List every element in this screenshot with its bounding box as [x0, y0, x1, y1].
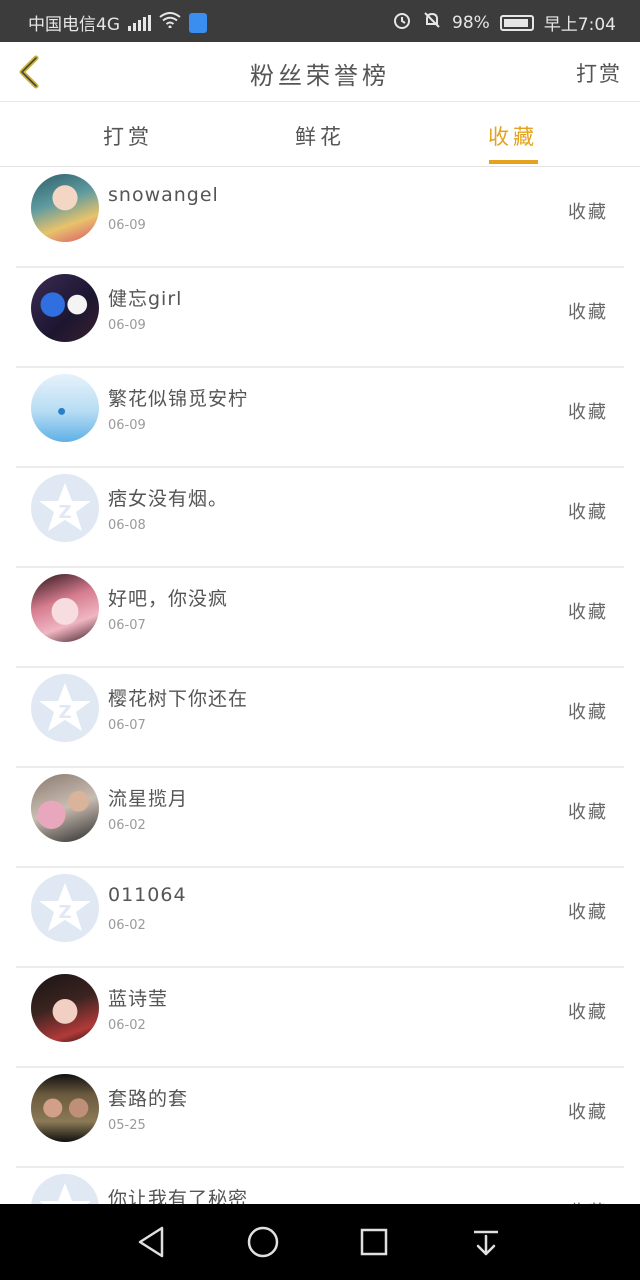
reward-button[interactable]: 打赏 [576, 58, 622, 88]
default-qq-avatar: Z [31, 674, 99, 742]
list-item[interactable]: 流星揽月 06-02 收藏 [0, 768, 640, 868]
list-item[interactable]: 套路的套 05-25 收藏 [0, 1068, 640, 1168]
favorite-label: 收藏 [568, 502, 608, 523]
circle-home-icon [247, 1226, 279, 1258]
date-label: 06-08 [108, 518, 146, 533]
default-qq-avatar: Z [31, 1174, 99, 1204]
nav-notification-button[interactable] [468, 1224, 504, 1260]
svg-text:Z: Z [58, 502, 71, 523]
list-item[interactable]: snowangel 06-09 收藏 [0, 168, 640, 268]
fan-list: snowangel 06-09 收藏 健忘girl 06-09 收藏 繁花似锦觅… [0, 168, 640, 1204]
favorite-label: 收藏 [568, 1102, 608, 1123]
list-item[interactable]: Z 痞女没有烟。 06-08 收藏 [0, 468, 640, 568]
user-name: 你让我有了秘密 [108, 1188, 249, 1204]
date-label: 06-02 [108, 1018, 146, 1033]
active-tab-indicator [489, 160, 538, 164]
clock: 早上7:04 [543, 15, 616, 35]
favorite-label: 收藏 [568, 702, 608, 723]
user-name: 011064 [108, 884, 187, 906]
user-name: 痞女没有烟。 [108, 488, 229, 510]
user-name: 套路的套 [108, 1088, 189, 1110]
list-item[interactable]: 好吧，你没疯 06-07 收藏 [0, 568, 640, 668]
triangle-back-icon [138, 1226, 164, 1258]
system-nav-bar [0, 1204, 640, 1280]
carrier-label: 中国电信4G [28, 15, 120, 35]
date-label: 05-25 [108, 1118, 146, 1133]
blue-star-avatar [31, 274, 99, 342]
list-item[interactable]: Z 011064 06-02 收藏 [0, 868, 640, 968]
list-item[interactable]: Z 樱花树下你还在 06-07 收藏 [0, 668, 640, 768]
pull-down-icon [474, 1230, 498, 1256]
date-label: 06-09 [108, 418, 146, 433]
favorite-label: 收藏 [568, 602, 608, 623]
couple-photo-avatar [31, 774, 99, 842]
favorite-label: 收藏 [568, 202, 608, 223]
pink-anime-avatar [31, 574, 99, 642]
signal-icon [128, 14, 151, 31]
date-label: 06-09 [108, 318, 146, 333]
svg-text:Z: Z [58, 902, 71, 923]
date-label: 06-09 [108, 218, 146, 233]
list-item[interactable]: Z 你让我有了秘密 收藏 [0, 1168, 640, 1204]
favorite-label: 收藏 [568, 402, 608, 423]
user-name: 蓝诗莹 [108, 988, 169, 1010]
favorite-label: 收藏 [568, 902, 608, 923]
tab-reward[interactable]: 打赏 [68, 121, 188, 151]
anime-girl-avatar [31, 174, 99, 242]
user-name: 健忘girl [108, 288, 183, 310]
nav-recents-button[interactable] [356, 1224, 392, 1260]
woman-portrait-avatar [31, 974, 99, 1042]
default-qq-avatar: Z [31, 874, 99, 942]
date-label: 06-02 [108, 918, 146, 933]
battery-percent: 98% [452, 12, 490, 33]
tab-flowers[interactable]: 鲜花 [260, 121, 380, 151]
alarm-icon [392, 10, 412, 35]
user-name: 好吧，你没疯 [108, 588, 229, 610]
list-item[interactable]: 健忘girl 06-09 收藏 [0, 268, 640, 368]
svg-text:Z: Z [58, 702, 71, 723]
nav-back-button[interactable] [134, 1224, 170, 1260]
list-item[interactable]: 蓝诗莹 06-02 收藏 [0, 968, 640, 1068]
page-title: 粉丝荣誉榜 [250, 62, 390, 90]
mute-notification-icon [422, 10, 442, 35]
user-name: 樱花树下你还在 [108, 688, 249, 710]
favorite-label: 收藏 [568, 802, 608, 823]
date-label: 06-02 [108, 818, 146, 833]
shield-icon [189, 12, 207, 33]
user-name: 繁花似锦觅安柠 [108, 388, 249, 410]
square-recents-icon [360, 1228, 388, 1256]
favorite-label: 收藏 [568, 302, 608, 323]
default-qq-avatar: Z [31, 474, 99, 542]
date-label: 06-07 [108, 718, 146, 733]
battery-icon [499, 14, 534, 31]
date-label: 06-07 [108, 618, 146, 633]
tab-bar: 打赏 鲜花 收藏 [0, 103, 640, 167]
title-bar: 粉丝荣誉榜 打赏 [0, 42, 640, 102]
list-item[interactable]: 繁花似锦觅安柠 06-09 收藏 [0, 368, 640, 468]
water-drop-avatar [31, 374, 99, 442]
wifi-icon [159, 12, 181, 33]
favorite-label: 收藏 [568, 1002, 608, 1023]
status-bar: 中国电信4G 98% 早上7:04 [0, 0, 640, 42]
nav-home-button[interactable] [245, 1224, 281, 1260]
tab-favorites[interactable]: 收藏 [453, 121, 573, 151]
user-name: snowangel [108, 184, 219, 206]
movie-still-avatar [31, 1074, 99, 1142]
user-name: 流星揽月 [108, 788, 189, 810]
